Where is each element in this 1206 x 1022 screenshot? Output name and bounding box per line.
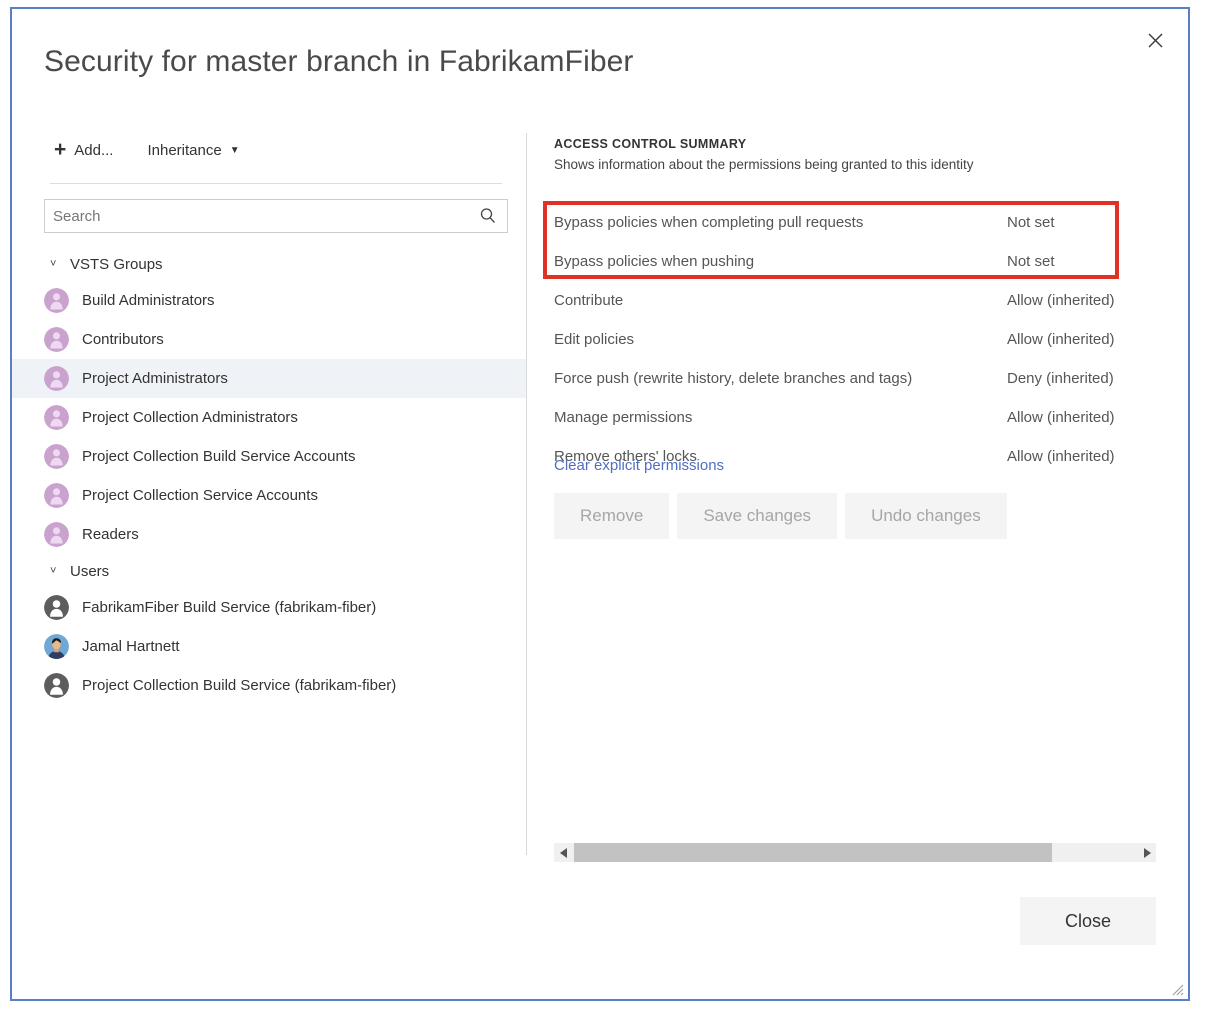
scrollbar-track[interactable] (573, 843, 1137, 862)
table-row[interactable]: Force push (rewrite history, delete bran… (554, 359, 1154, 398)
group-avatar (44, 483, 69, 508)
scrollbar-thumb[interactable] (574, 843, 1052, 862)
inheritance-dropdown[interactable]: Inheritance ▼ (143, 139, 243, 162)
list-item[interactable]: Project Administrators (12, 359, 526, 398)
list-item[interactable]: Project Collection Administrators (12, 398, 526, 437)
permission-name: Edit policies (554, 331, 1007, 348)
permission-value: Allow (inherited) (1007, 409, 1115, 426)
toolbar-divider (50, 183, 502, 184)
list-item[interactable]: Jamal Hartnett (12, 627, 526, 666)
permission-actions: RemoveSave changesUndo changes (554, 493, 1007, 539)
list-item-label: Readers (82, 526, 139, 543)
close-icon[interactable] (1138, 23, 1172, 57)
list-item[interactable]: FabrikamFiber Build Service (fabrikam-fi… (12, 588, 526, 627)
list-item-label: Project Administrators (82, 370, 228, 387)
close-button[interactable]: Close (1020, 897, 1156, 945)
access-control-description: Shows information about the permissions … (554, 157, 974, 172)
group-avatar (44, 522, 69, 547)
search-input[interactable] (45, 200, 469, 232)
search-box (44, 199, 508, 233)
list-item-label: Project Collection Service Accounts (82, 487, 318, 504)
access-control-heading: ACCESS CONTROL SUMMARY (554, 137, 746, 151)
user-avatar-generic (44, 595, 69, 620)
permissions-table: Bypass policies when completing pull req… (554, 203, 1154, 476)
chevron-down-icon: ▼ (230, 145, 240, 156)
group-avatar (44, 366, 69, 391)
list-item-label: Jamal Hartnett (82, 638, 180, 655)
identity-list[interactable]: ˅ VSTS Groups Build Administrators Contribu… (12, 247, 526, 857)
permission-value: Allow (inherited) (1007, 448, 1115, 465)
permission-name: Bypass policies when completing pull req… (554, 214, 1007, 231)
identity-group-label: Users (70, 563, 109, 580)
permission-value: Allow (inherited) (1007, 331, 1115, 348)
table-row[interactable]: ContributeAllow (inherited) (554, 281, 1154, 320)
group-avatar (44, 405, 69, 430)
list-item[interactable]: Project Collection Build Service (fabrik… (12, 666, 526, 705)
permission-name: Contribute (554, 292, 1007, 309)
add-button[interactable]: + Add... (50, 139, 117, 162)
list-item-label: Project Collection Build Service Account… (82, 448, 355, 465)
permission-value: Not set (1007, 214, 1055, 231)
search-icon[interactable] (478, 206, 498, 226)
list-item[interactable]: Project Collection Build Service Account… (12, 437, 526, 476)
table-row[interactable]: Bypass policies when completing pull req… (554, 203, 1154, 242)
list-item-label: Build Administrators (82, 292, 215, 309)
user-avatar-photo (44, 634, 69, 659)
remove-button[interactable]: Remove (554, 493, 669, 539)
dialog-footer: Close (12, 871, 1188, 999)
list-item[interactable]: Contributors (12, 320, 526, 359)
permission-value: Allow (inherited) (1007, 292, 1115, 309)
table-row[interactable]: Edit policiesAllow (inherited) (554, 320, 1154, 359)
chevron-down-icon: ˅ (50, 259, 61, 270)
identity-group-label: VSTS Groups (70, 256, 163, 273)
page-title: Security for master branch in FabrikamFi… (44, 45, 634, 79)
triangle-left-icon[interactable] (554, 843, 573, 862)
list-item-label: Contributors (82, 331, 164, 348)
group-avatar (44, 444, 69, 469)
resize-grip-icon[interactable] (1168, 980, 1184, 996)
inheritance-label: Inheritance (147, 142, 221, 159)
save-changes-button[interactable]: Save changes (677, 493, 837, 539)
add-button-label: Add... (74, 142, 113, 159)
permission-name: Bypass policies when pushing (554, 253, 1007, 270)
permission-name: Manage permissions (554, 409, 1007, 426)
plus-icon: + (54, 142, 66, 157)
horizontal-scrollbar[interactable] (554, 843, 1156, 862)
access-control-pane: ACCESS CONTROL SUMMARY Shows information… (542, 121, 1170, 869)
footer-divider (12, 871, 1188, 872)
group-avatar (44, 288, 69, 313)
pane-divider (526, 133, 527, 855)
list-item[interactable]: Project Collection Service Accounts (12, 476, 526, 515)
identity-toolbar: + Add... Inheritance ▼ (50, 139, 244, 162)
permission-value: Deny (inherited) (1007, 370, 1114, 387)
triangle-right-icon[interactable] (1137, 843, 1156, 862)
undo-changes-button[interactable]: Undo changes (845, 493, 1007, 539)
identity-group-header[interactable]: ˅ VSTS Groups (12, 247, 526, 281)
list-item[interactable]: Build Administrators (12, 281, 526, 320)
list-item-label: Project Collection Administrators (82, 409, 298, 426)
group-avatar (44, 327, 69, 352)
identity-group-header[interactable]: ˅ Users (12, 554, 526, 588)
permission-name: Force push (rewrite history, delete bran… (554, 370, 1007, 387)
table-row[interactable]: Manage permissionsAllow (inherited) (554, 398, 1154, 437)
permission-value: Not set (1007, 253, 1055, 270)
dialog-body: + Add... Inheritance ▼ ˅VSTS Gr (12, 121, 1188, 869)
list-item-label: Project Collection Build Service (fabrik… (82, 677, 396, 694)
table-row[interactable]: Bypass policies when pushingNot set (554, 242, 1154, 281)
chevron-down-icon: ˅ (50, 566, 61, 577)
list-item[interactable]: Readers (12, 515, 526, 554)
security-dialog: Security for master branch in FabrikamFi… (10, 7, 1190, 1001)
user-avatar-generic (44, 673, 69, 698)
identity-pane: + Add... Inheritance ▼ ˅VSTS Gr (12, 121, 526, 869)
list-item-label: FabrikamFiber Build Service (fabrikam-fi… (82, 599, 376, 616)
clear-explicit-permissions-link[interactable]: Clear explicit permissions (554, 457, 724, 474)
